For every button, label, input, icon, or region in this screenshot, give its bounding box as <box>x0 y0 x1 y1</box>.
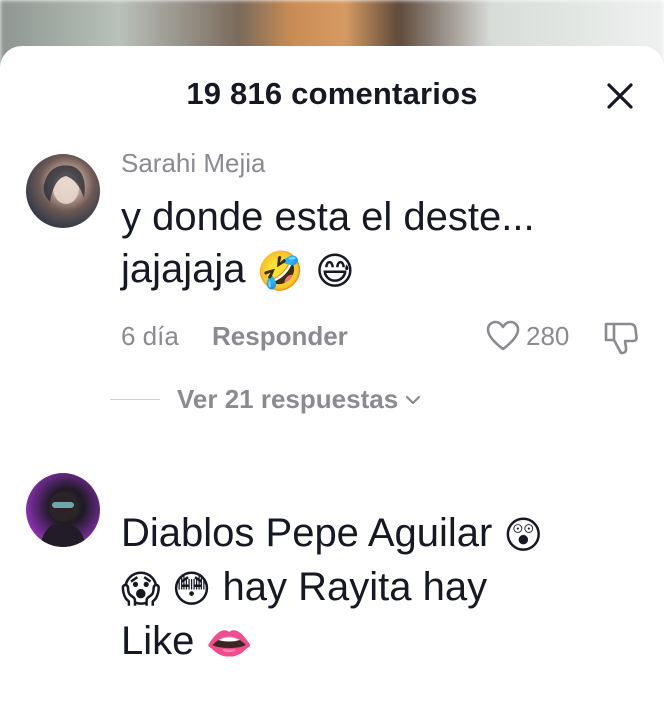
comments-count-title: 19 816 comentarios <box>186 76 478 111</box>
close-button[interactable] <box>600 76 640 116</box>
comment-text: Diablos Pepe Aguilar 😲 😱 😳 hay Rayita ha… <box>121 507 641 669</box>
divider <box>110 399 160 400</box>
astonished-emoji: 😲 <box>503 513 544 557</box>
reply-button[interactable]: Responder <box>212 321 348 352</box>
close-icon <box>607 83 633 109</box>
comment-line-2: hay Rayita hay <box>222 565 488 609</box>
comment-line-3: Like <box>121 619 195 663</box>
heart-outline-icon <box>486 320 520 351</box>
comment-line-1: Diablos Pepe Aguilar <box>121 511 493 555</box>
like-button[interactable]: 280 <box>486 318 569 354</box>
like-count: 280 <box>526 320 570 351</box>
sweat-smile-emoji: 😅 <box>315 249 355 293</box>
view-replies-button[interactable]: Ver 21 respuestas <box>177 384 422 415</box>
comment-text: y donde esta el deste... jajajaja 🤣 😅 <box>121 191 641 297</box>
view-replies-label: Ver 21 respuestas <box>177 384 399 414</box>
view-replies-row: Ver 21 respuestas <box>110 384 422 415</box>
flushed-emoji: 😳 <box>171 567 212 611</box>
thumbs-down-icon <box>604 322 638 355</box>
avatar[interactable] <box>26 154 100 228</box>
comment-date: 6 día <box>121 321 179 351</box>
rofl-emoji: 🤣 <box>256 249 304 293</box>
comment-username[interactable]: Sarahi Mejia <box>121 148 266 179</box>
avatar[interactable] <box>26 473 100 547</box>
dislike-button[interactable] <box>602 318 640 356</box>
scream-emoji: 😱 <box>121 567 161 611</box>
lips-emoji: 👄 <box>205 621 253 665</box>
chevron-down-icon <box>406 395 421 404</box>
